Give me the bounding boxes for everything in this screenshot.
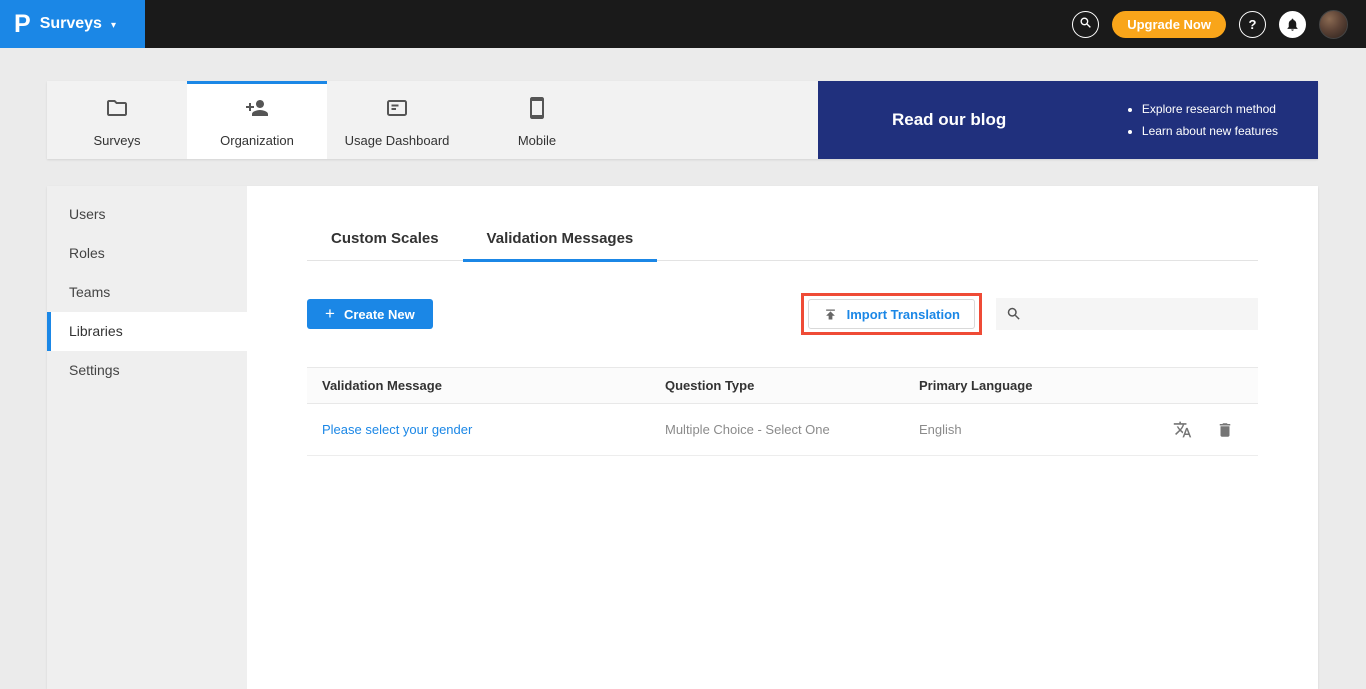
promo-title: Read our blog — [892, 110, 1006, 130]
mobile-icon — [525, 96, 549, 125]
highlight-annotation: Import Translation — [801, 293, 982, 335]
nav-tab-mobile[interactable]: Mobile — [467, 81, 607, 159]
avatar[interactable] — [1319, 10, 1348, 39]
brand-menu[interactable]: P Surveys ▾ — [0, 0, 145, 48]
primary-language-cell: English — [919, 422, 962, 437]
question-mark-icon: ? — [1249, 17, 1257, 32]
validation-message-link[interactable]: Please select your gender — [322, 422, 472, 437]
topbar: P Surveys ▾ Upgrade Now ? — [0, 0, 1366, 48]
search-input[interactable] — [996, 298, 1258, 330]
validation-messages-table: Validation Message Question Type Primary… — [307, 367, 1258, 456]
delete-icon[interactable] — [1216, 421, 1234, 439]
search-button[interactable] — [1072, 11, 1099, 38]
nav-tab-label: Surveys — [94, 133, 141, 148]
sidebar-item-settings[interactable]: Settings — [47, 351, 247, 390]
questionpro-logo: P — [14, 12, 31, 37]
table-header-row: Validation Message Question Type Primary… — [307, 367, 1258, 404]
main-panel: Users Roles Teams Libraries Settings Cus… — [47, 186, 1318, 689]
search-icon — [1079, 16, 1092, 32]
product-name: Surveys — [40, 15, 102, 33]
help-button[interactable]: ? — [1239, 11, 1266, 38]
upload-icon — [823, 307, 838, 322]
upgrade-now-button[interactable]: Upgrade Now — [1112, 11, 1226, 38]
nav-tab-organization[interactable]: Organization — [187, 81, 327, 159]
nav-tab-label: Usage Dashboard — [345, 133, 450, 148]
blog-promo-banner[interactable]: Read our blog Explore research method Le… — [818, 81, 1318, 159]
create-new-button[interactable]: + Create New — [307, 299, 433, 329]
bell-icon — [1285, 17, 1300, 32]
notifications-button[interactable] — [1279, 11, 1306, 38]
dashboard-icon — [385, 96, 409, 125]
import-translation-button[interactable]: Import Translation — [808, 299, 975, 329]
nav-tab-label: Mobile — [518, 133, 556, 148]
header-primary-language: Primary Language — [919, 378, 1258, 393]
table-row: Please select your gender Multiple Choic… — [307, 404, 1258, 456]
top-navigation: Surveys Organization Usage Dashboard — [47, 81, 1318, 159]
header-question-type: Question Type — [665, 378, 919, 393]
libraries-content: Custom Scales Validation Messages + Crea… — [247, 186, 1318, 689]
plus-icon: + — [325, 304, 335, 324]
sidebar-item-teams[interactable]: Teams — [47, 273, 247, 312]
header-validation-message: Validation Message — [307, 378, 665, 393]
search-icon — [1006, 306, 1021, 326]
promo-bullets: Explore research method Learn about new … — [1126, 98, 1278, 142]
toolbar-right: Import Translation — [801, 293, 1258, 335]
toolbar: + Create New Import Translation — [307, 293, 1258, 335]
promo-bullet: Learn about new features — [1142, 120, 1278, 142]
folder-icon — [105, 96, 129, 125]
question-type-cell: Multiple Choice - Select One — [665, 422, 919, 437]
nav-tab-usage-dashboard[interactable]: Usage Dashboard — [327, 81, 467, 159]
nav-tab-surveys[interactable]: Surveys — [47, 81, 187, 159]
sidebar-item-libraries[interactable]: Libraries — [47, 312, 247, 351]
nav-tabs: Surveys Organization Usage Dashboard — [47, 81, 818, 159]
create-new-label: Create New — [344, 307, 415, 322]
nav-tab-label: Organization — [220, 133, 294, 148]
chevron-down-icon: ▾ — [111, 20, 116, 31]
add-people-icon — [245, 96, 269, 125]
import-translation-label: Import Translation — [847, 307, 960, 322]
sidebar-item-users[interactable]: Users — [47, 195, 247, 234]
library-tabs: Custom Scales Validation Messages — [307, 226, 1258, 261]
topbar-actions: Upgrade Now ? — [1072, 10, 1366, 39]
tab-custom-scales[interactable]: Custom Scales — [307, 226, 463, 260]
search-box — [996, 298, 1258, 330]
settings-sidebar: Users Roles Teams Libraries Settings — [47, 186, 247, 689]
row-actions — [1173, 420, 1258, 439]
promo-bullet: Explore research method — [1142, 98, 1278, 120]
tab-validation-messages[interactable]: Validation Messages — [463, 226, 658, 260]
sidebar-item-roles[interactable]: Roles — [47, 234, 247, 273]
translate-icon[interactable] — [1173, 420, 1192, 439]
